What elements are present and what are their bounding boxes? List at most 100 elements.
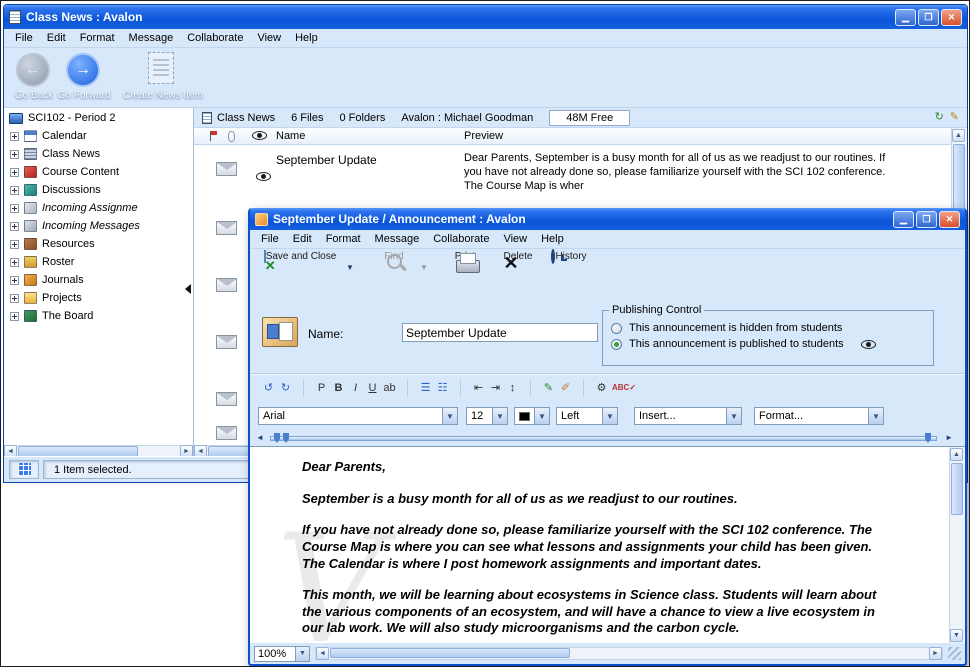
message-envelope-icon[interactable]	[216, 278, 237, 292]
message-envelope-icon[interactable]	[216, 335, 237, 349]
expand-icon[interactable]	[10, 294, 19, 303]
undo-icon[interactable]: ↺	[260, 379, 277, 397]
tree-root-sci102[interactable]: SCI102 - Period 2	[4, 108, 193, 127]
message-envelope-icon[interactable]	[216, 162, 237, 176]
expand-icon[interactable]	[10, 150, 19, 159]
item-name[interactable]: September Update	[276, 153, 377, 167]
sidebar-item-course-content[interactable]: Course Content	[4, 163, 193, 181]
zoom-select[interactable]: 100% ▼	[254, 646, 310, 662]
editor-horizontal-scrollbar[interactable]: ◄ ►	[315, 647, 943, 660]
strikethrough-icon[interactable]: ab	[381, 379, 398, 397]
expand-icon[interactable]	[10, 168, 19, 177]
sidebar-item-incoming-messages[interactable]: Incoming Messages	[4, 217, 193, 235]
save-dropdown-icon[interactable]: ▼	[346, 263, 354, 272]
go-back-button[interactable]: ←	[16, 53, 50, 87]
right-margin-marker-icon[interactable]	[925, 433, 931, 443]
go-forward-button[interactable]: →	[66, 53, 100, 87]
expand-icon[interactable]	[10, 312, 19, 321]
pane-splitter-arrow[interactable]	[185, 284, 191, 294]
message-envelope-icon[interactable]	[216, 426, 237, 440]
close-button[interactable]: ✕	[941, 9, 962, 26]
redo-icon[interactable]: ↻	[277, 379, 294, 397]
scroll-down-icon[interactable]: ▼	[950, 629, 963, 642]
expand-icon[interactable]	[10, 222, 19, 231]
font-size-select[interactable]: 12 ▼	[466, 407, 508, 425]
ruler-right-arrow-icon[interactable]: ►	[945, 434, 953, 442]
message-body-text[interactable]: Dear Parents, September is a busy month …	[250, 447, 949, 643]
chevron-down-icon[interactable]: ▼	[868, 408, 883, 424]
sidebar-item-incoming-assignments[interactable]: Incoming Assignme	[4, 199, 193, 217]
eye-column-icon[interactable]	[252, 131, 267, 140]
font-color-select[interactable]: ▼	[514, 407, 550, 425]
radio-selected-icon[interactable]	[611, 339, 622, 350]
menu-edit[interactable]: Edit	[286, 231, 319, 247]
sidebar-item-resources[interactable]: Resources	[4, 235, 193, 253]
menu-message[interactable]: Message	[122, 30, 181, 46]
ruler-left-arrow-icon[interactable]: ◄	[256, 434, 264, 442]
plain-style-icon[interactable]: P	[313, 379, 330, 397]
scroll-up-icon[interactable]: ▲	[950, 448, 963, 461]
scroll-left-icon[interactable]: ◄	[316, 647, 329, 660]
radio-unselected-icon[interactable]	[611, 323, 622, 334]
sidebar-item-discussions[interactable]: Discussions	[4, 181, 193, 199]
name-input[interactable]	[402, 323, 598, 342]
sidebar-item-roster[interactable]: Roster	[4, 253, 193, 271]
expand-icon[interactable]	[10, 258, 19, 267]
pencil-icon[interactable]: ✐	[557, 379, 574, 397]
menu-file[interactable]: File	[254, 231, 286, 247]
scroll-right-icon[interactable]: ►	[929, 647, 942, 660]
create-news-item-icon[interactable]	[148, 52, 174, 84]
chevron-down-icon[interactable]: ▼	[442, 408, 457, 424]
expand-icon[interactable]	[10, 240, 19, 249]
insert-select[interactable]: Insert... ▼	[634, 407, 742, 425]
resize-grip[interactable]	[948, 647, 961, 660]
menu-view[interactable]: View	[496, 231, 534, 247]
refresh-icon[interactable]: ↻	[935, 112, 944, 123]
font-family-select[interactable]: Arial ▼	[258, 407, 458, 425]
minimize-button[interactable]: ▁	[895, 9, 916, 26]
message-envelope-icon[interactable]	[216, 221, 237, 235]
radio-option-hidden[interactable]: This announcement is hidden from student…	[603, 320, 933, 336]
menu-format[interactable]: Format	[319, 231, 368, 247]
expand-icon[interactable]	[10, 132, 19, 141]
format-select[interactable]: Format... ▼	[754, 407, 884, 425]
bullet-list-icon[interactable]: ☰	[417, 379, 434, 397]
editor-vertical-scrollbar[interactable]: ▲ ▼	[949, 447, 965, 643]
outdent-icon[interactable]: ⇤	[470, 379, 487, 397]
ruler[interactable]: ◄ ►	[254, 431, 961, 446]
flag-column-icon[interactable]	[210, 131, 218, 141]
edit-icon[interactable]: ✎	[950, 112, 959, 123]
indent-marker-icon[interactable]	[283, 433, 289, 443]
find-button[interactable]: Find	[372, 251, 416, 262]
indent-marker-icon[interactable]	[274, 433, 280, 443]
column-preview[interactable]: Preview	[464, 130, 503, 142]
chevron-down-icon[interactable]: ▼	[726, 408, 741, 424]
indent-icon[interactable]: ⇥	[487, 379, 504, 397]
message-body-editor[interactable]: Dear Parents, September is a busy month …	[250, 446, 965, 643]
history-button[interactable]: History	[546, 251, 592, 262]
menu-collaborate[interactable]: Collaborate	[426, 231, 496, 247]
scroll-up-icon[interactable]: ▲	[952, 129, 965, 142]
save-and-close-button[interactable]: Save and Close	[258, 251, 342, 262]
chevron-down-icon[interactable]: ▼	[602, 408, 617, 424]
maximize-button[interactable]: ❐	[918, 9, 939, 26]
chevron-down-icon[interactable]: ▼	[534, 408, 549, 424]
close-button[interactable]: ✕	[939, 211, 960, 228]
numbered-list-icon[interactable]: ☷	[434, 379, 451, 397]
sidebar-item-calendar[interactable]: Calendar	[4, 127, 193, 145]
line-spacing-icon[interactable]: ↕	[504, 379, 521, 397]
message-envelope-icon[interactable]	[216, 392, 237, 406]
chevron-down-icon[interactable]: ▼	[492, 408, 507, 424]
tools-icon[interactable]: ⚙	[593, 379, 610, 397]
scroll-thumb[interactable]	[951, 463, 963, 515]
bold-icon[interactable]: B	[330, 379, 347, 397]
attachment-column-icon[interactable]	[228, 131, 235, 142]
sidebar-item-journals[interactable]: Journals	[4, 271, 193, 289]
menu-collaborate[interactable]: Collaborate	[180, 30, 250, 46]
italic-icon[interactable]: I	[347, 379, 364, 397]
spellcheck-icon[interactable]: ABC✓	[610, 379, 638, 397]
minimize-button[interactable]: ▁	[893, 211, 914, 228]
pen-icon[interactable]: ✎	[540, 379, 557, 397]
expand-icon[interactable]	[10, 204, 19, 213]
menu-help[interactable]: Help	[288, 30, 325, 46]
